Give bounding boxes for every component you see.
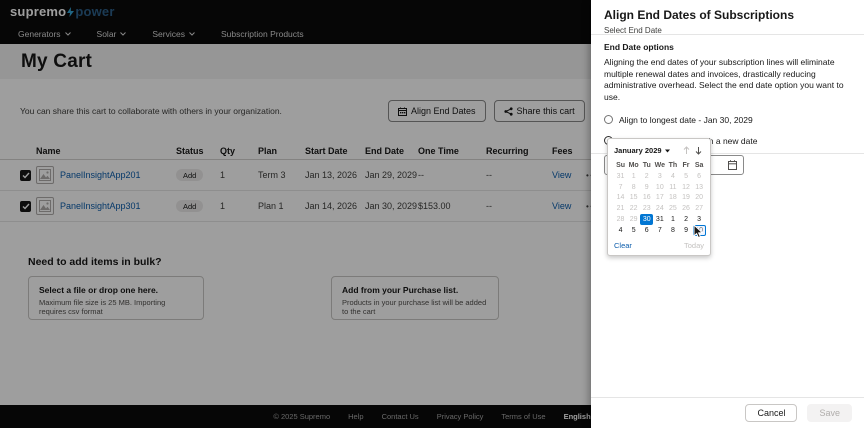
drawer-title: Align End Dates of Subscriptions [604, 8, 795, 22]
calendar-grid: Su Mo Tu We Th Fr Sa 31 1 2 3 4 5 6 7 8 9 10 11 12 13 14 15 16 1… [614, 160, 706, 236]
align-end-dates-drawer: Align End Dates of Subscriptions Select … [591, 0, 864, 428]
arrow-down-icon [695, 147, 701, 155]
screen: supremo power Generators Solar Services Sub… [0, 0, 864, 428]
calendar-day-28: 28 [616, 216, 625, 224]
calendar-day-4: 4 [670, 172, 675, 180]
calendar-day-15: 15 [629, 194, 638, 202]
drawer-footer: Cancel Save [591, 397, 864, 428]
calendar-weekday: Su [616, 162, 626, 169]
calendar-day-31: 31 [616, 172, 625, 180]
next-month-arrow[interactable] [692, 146, 704, 155]
calendar-day-22: 22 [629, 205, 638, 213]
calendar-day-8[interactable]: 8 [666, 225, 679, 236]
calendar-day-26: 26 [682, 205, 690, 213]
cancel-button[interactable]: Cancel [745, 403, 798, 422]
arrow-up-icon [683, 146, 689, 154]
calendar-day-29: 29 [629, 216, 638, 224]
calendar-day-14: 14 [616, 194, 625, 202]
calendar-weekday: Fr [682, 162, 690, 169]
calendar-weekday: Tu [642, 162, 651, 169]
divider [591, 34, 864, 35]
calendar-today-link: Today [683, 240, 704, 250]
month-picker[interactable]: January 2029 [614, 146, 670, 155]
calendar-day-7[interactable]: 7 [653, 225, 666, 236]
calendar-day-1[interactable]: 1 [666, 214, 679, 225]
calendar-day-12: 12 [682, 183, 690, 191]
calendar-day-9[interactable]: 9 [679, 225, 692, 236]
calendar-day-19: 19 [682, 194, 690, 202]
calendar-clear-link[interactable]: Clear [614, 241, 632, 250]
month-caret-icon [664, 149, 670, 152]
calendar-day-6[interactable]: 6 [640, 225, 653, 236]
align-to-longest-label: Align to longest date - Jan 30, 2029 [619, 114, 753, 125]
calendar-day-25: 25 [669, 205, 677, 213]
calendar-weekday: Th [668, 162, 678, 169]
previous-month-arrow [680, 146, 692, 155]
calendar-day-2[interactable]: 2 [679, 214, 692, 225]
align-to-longest-option[interactable]: Align to longest date - Jan 30, 2029 [604, 115, 851, 125]
end-date-options-description: Aligning the end dates of your subscript… [604, 57, 844, 103]
calendar-weekday: Sa [694, 162, 704, 169]
radio-unselected-icon[interactable] [604, 115, 613, 125]
calendar-day-6: 6 [697, 172, 702, 180]
calendar-day-17: 17 [655, 194, 664, 202]
calendar-day-16: 16 [642, 194, 651, 202]
end-date-options-heading: End Date options [604, 42, 674, 52]
calendar-day-18: 18 [669, 194, 677, 202]
calendar-day-23: 23 [642, 205, 651, 213]
calendar-day-4[interactable]: 4 [614, 225, 627, 236]
calendar-day-7: 7 [618, 183, 623, 191]
calendar-day-24: 24 [655, 205, 664, 213]
save-button[interactable]: Save [807, 403, 852, 422]
calendar-day-5[interactable]: 5 [627, 225, 640, 236]
calendar-weekday: Mo [628, 162, 639, 169]
calendar-day-2: 2 [644, 172, 649, 180]
date-picker-popup: January 2029 Su Mo Tu We Th Fr Sa 31 1 2 3 4 5 6 7 8 9 10… [607, 138, 711, 256]
calendar-day-3[interactable]: 3 [693, 214, 706, 225]
calendar-day-5: 5 [684, 172, 688, 180]
calendar-weekday: We [654, 162, 666, 169]
calendar-day-8: 8 [631, 183, 636, 191]
calendar-day-9: 9 [644, 183, 649, 191]
calendar-day-21: 21 [616, 205, 625, 213]
calendar-day-20: 20 [695, 194, 703, 202]
calendar-day-1: 1 [631, 172, 636, 180]
calendar-day-27: 27 [695, 205, 703, 213]
calendar-day-3: 3 [657, 172, 662, 180]
calendar-day-10[interactable]: 10 [692, 224, 706, 236]
calendar-input-icon[interactable] [728, 160, 737, 170]
calendar-day-31[interactable]: 31 [653, 214, 666, 225]
calendar-day-30[interactable]: 30 [640, 214, 654, 225]
month-label: January 2029 [614, 146, 662, 155]
calendar-day-13: 13 [695, 183, 703, 191]
calendar-day-10: 10 [655, 183, 664, 191]
calendar-day-11: 11 [669, 183, 677, 191]
